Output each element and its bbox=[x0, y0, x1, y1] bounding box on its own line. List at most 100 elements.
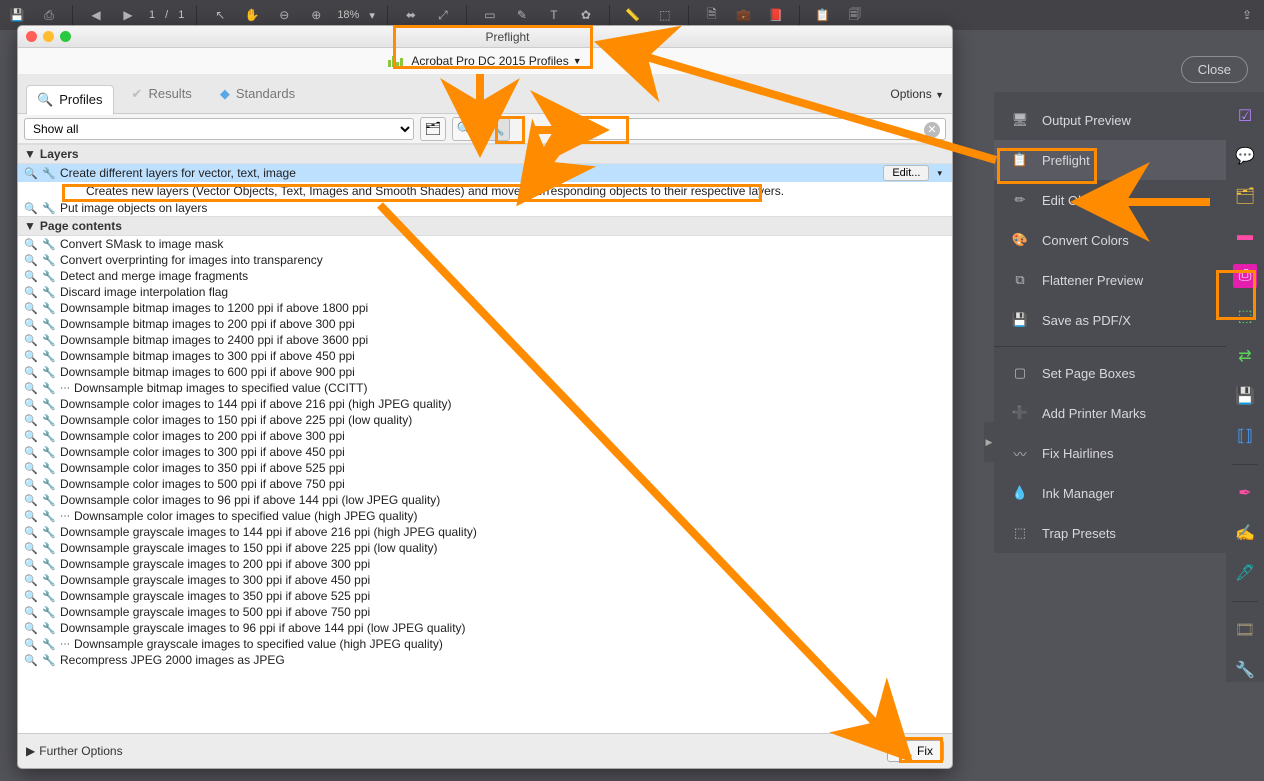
save-icon[interactable]: 💾 bbox=[6, 4, 28, 26]
hand-tool-icon[interactable]: ✋ bbox=[241, 4, 263, 26]
fixup-row[interactable]: 🔍🔧Downsample grayscale images to 96 ppi … bbox=[18, 620, 952, 636]
window-minimize-icon[interactable] bbox=[43, 31, 54, 42]
fixup-row[interactable]: 🔍🔧Put image objects on layers bbox=[18, 200, 952, 216]
fixup-row[interactable]: 🔍🔧Downsample color images to 96 ppi if a… bbox=[18, 492, 952, 508]
filter-fixups-button[interactable]: 🔧 bbox=[484, 117, 510, 141]
briefcase-icon[interactable]: 💼 bbox=[733, 4, 755, 26]
show-all-select[interactable]: Show all bbox=[24, 118, 414, 140]
edit-icon[interactable]: ▭ bbox=[479, 4, 501, 26]
tool-fix-hairlines[interactable]: 〰Fix Hairlines bbox=[994, 433, 1226, 473]
row-menu-icon[interactable]: ▾ bbox=[933, 168, 946, 179]
zoom-out-icon[interactable]: ⊖ bbox=[273, 4, 295, 26]
preflight-shortcut-icon[interactable]: 📋 bbox=[812, 4, 834, 26]
fixup-row[interactable]: 🔍🔧Downsample bitmap images to 2400 ppi i… bbox=[18, 332, 952, 348]
fixup-row[interactable]: 🔍🔧Downsample grayscale images to 500 ppi… bbox=[18, 604, 952, 620]
fixup-row[interactable]: 🔍🔧Downsample grayscale images to 150 ppi… bbox=[18, 540, 952, 556]
fixup-row[interactable]: 🔍🔧Downsample grayscale images to 350 ppi… bbox=[18, 588, 952, 604]
fixup-row[interactable]: 🔍🔧Detect and merge image fragments bbox=[18, 268, 952, 284]
fixup-row[interactable]: 🔍🔧⋯Downsample bitmap images to specified… bbox=[18, 380, 952, 396]
page-current[interactable]: 1 bbox=[149, 9, 155, 21]
fixup-row[interactable]: 🔍🔧Downsample grayscale images to 144 ppi… bbox=[18, 524, 952, 540]
fixup-row[interactable]: 🔍🔧Downsample bitmap images to 600 ppi if… bbox=[18, 364, 952, 380]
stamp-icon[interactable]: ✿ bbox=[575, 4, 597, 26]
tool-ink-manager[interactable]: 💧Ink Manager bbox=[994, 473, 1226, 513]
fixup-row[interactable]: 🔍🔧⋯Downsample color images to specified … bbox=[18, 508, 952, 524]
rail-comment-icon[interactable]: 💬 bbox=[1233, 144, 1257, 168]
rail-print-production-icon[interactable]: ⎙ bbox=[1233, 264, 1257, 288]
fixup-row[interactable]: 🔍🔧Downsample color images to 144 ppi if … bbox=[18, 396, 952, 412]
fixup-row[interactable]: 🔍🔧Downsample color images to 500 ppi if … bbox=[18, 476, 952, 492]
options-menu[interactable]: Options ▼ bbox=[890, 87, 944, 101]
share-icon[interactable]: ⇪ bbox=[1236, 4, 1258, 26]
expand-tab[interactable]: ▶ bbox=[984, 422, 994, 462]
tool-flattener-preview[interactable]: ⧉Flattener Preview bbox=[994, 260, 1226, 300]
search-input[interactable] bbox=[558, 118, 946, 140]
fixup-row[interactable]: 🔍🔧Create different layers for vector, te… bbox=[18, 164, 952, 182]
rail-send-sign-icon[interactable]: ✍ bbox=[1233, 521, 1257, 545]
tool-save-as-pdf-x[interactable]: 💾Save as PDF/X bbox=[994, 300, 1226, 340]
fixup-row[interactable]: 🔍🔧Downsample color images to 300 ppi if … bbox=[18, 444, 952, 460]
filter-category-button[interactable]: 🗂 bbox=[420, 117, 446, 141]
ruler-icon[interactable]: 📏 bbox=[622, 4, 644, 26]
group-page-contents[interactable]: ▼Page contents bbox=[18, 216, 952, 236]
prev-page-icon[interactable]: ◀ bbox=[85, 4, 107, 26]
pointer-tool-icon[interactable]: ↖ bbox=[209, 4, 231, 26]
fix-button[interactable]: 🔧 Fix bbox=[887, 740, 944, 762]
fixup-row[interactable]: 🔍🔧Downsample color images to 200 ppi if … bbox=[18, 428, 952, 444]
tool-add-printer-marks[interactable]: ➕Add Printer Marks bbox=[994, 393, 1226, 433]
zoom-dropdown-icon[interactable]: ▾ bbox=[369, 9, 375, 22]
fixup-row[interactable]: 🔍🔧Convert SMask to image mask bbox=[18, 236, 952, 252]
rail-organize-icon[interactable]: 🗂 bbox=[1233, 184, 1257, 208]
fixup-row[interactable]: 🔍🔧⋯Downsample grayscale images to specif… bbox=[18, 636, 952, 652]
search-field[interactable]: ✕ bbox=[558, 118, 946, 140]
fixups-list[interactable]: ▼Layers🔍🔧Create different layers for vec… bbox=[18, 144, 952, 733]
doc1-icon[interactable]: 🗎 bbox=[701, 4, 723, 26]
fixup-row[interactable]: 🔍🔧Downsample color images to 150 ppi if … bbox=[18, 412, 952, 428]
text-icon[interactable]: T bbox=[543, 4, 565, 26]
rail-sign-pen-icon[interactable]: ✒ bbox=[1233, 481, 1257, 505]
fixup-row[interactable]: 🔍🔧Downsample bitmap images to 300 ppi if… bbox=[18, 348, 952, 364]
fixup-row[interactable]: 🔍🔧Convert overprinting for images into t… bbox=[18, 252, 952, 268]
fixup-row[interactable]: 🔍🔧Downsample bitmap images to 200 ppi if… bbox=[18, 316, 952, 332]
profile-set-selector[interactable]: Acrobat Pro DC 2015 Profiles ▼ bbox=[388, 54, 581, 68]
rail-redact-icon[interactable]: ▬ bbox=[1233, 224, 1257, 248]
further-options[interactable]: ▶ Further Options 🔧 Fix bbox=[18, 733, 952, 768]
group-layers[interactable]: ▼Layers bbox=[18, 144, 952, 164]
tab-standards[interactable]: ◆ Standards bbox=[210, 80, 305, 108]
fixup-row[interactable]: 🔍🔧Downsample grayscale images to 200 ppi… bbox=[18, 556, 952, 572]
fixup-row[interactable]: 🔍🔧Downsample bitmap images to 1200 ppi i… bbox=[18, 300, 952, 316]
zoom-in-icon[interactable]: ⊕ bbox=[305, 4, 327, 26]
tab-results[interactable]: ✔ Results bbox=[122, 80, 202, 108]
window-zoom-icon[interactable] bbox=[60, 31, 71, 42]
rail-more-tools-icon[interactable]: 🔧 bbox=[1233, 658, 1257, 682]
tool-edit-object[interactable]: ✏Edit Object bbox=[994, 180, 1226, 220]
rail-film-icon[interactable]: 🎞 bbox=[1233, 618, 1257, 642]
rail-compare-icon[interactable]: ⇄ bbox=[1233, 344, 1257, 368]
tool-output-preview[interactable]: 🖥Output Preview bbox=[994, 100, 1226, 140]
zoom-value[interactable]: 18% bbox=[337, 9, 359, 21]
rail-save-icon[interactable]: 💾 bbox=[1233, 384, 1257, 408]
tool-convert-colors[interactable]: 🎨Convert Colors bbox=[994, 220, 1226, 260]
window-close-icon[interactable] bbox=[26, 31, 37, 42]
object-icon[interactable]: ⬚ bbox=[654, 4, 676, 26]
preflight-titlebar[interactable]: Preflight bbox=[18, 26, 952, 48]
red-doc-icon[interactable]: 📕 bbox=[765, 4, 787, 26]
fit-page-icon[interactable]: ⤢ bbox=[432, 4, 454, 26]
filter-checks-button[interactable]: 🔍 bbox=[452, 117, 478, 141]
fixup-row[interactable]: 🔍🔧Recompress JPEG 2000 images as JPEG bbox=[18, 652, 952, 668]
next-page-icon[interactable]: ▶ bbox=[117, 4, 139, 26]
tool-trap-presets[interactable]: ⬚Trap Presets bbox=[994, 513, 1226, 553]
pencil-icon[interactable]: ✎ bbox=[511, 4, 533, 26]
tab-profiles[interactable]: 🔍 Profiles bbox=[26, 85, 114, 115]
print-icon[interactable]: ⎙ bbox=[38, 4, 60, 26]
rail-measure-icon[interactable]: ⟦⟧ bbox=[1233, 424, 1257, 448]
rail-checkbox-icon[interactable]: ☑ bbox=[1233, 104, 1257, 128]
rail-action-icon[interactable]: ⬚ bbox=[1233, 304, 1257, 328]
rail-fountain-pen-icon[interactable]: 🖋 bbox=[1233, 561, 1257, 585]
fixup-row[interactable]: 🔍🔧Downsample grayscale images to 300 ppi… bbox=[18, 572, 952, 588]
fixup-row[interactable]: 🔍🔧Downsample color images to 350 ppi if … bbox=[18, 460, 952, 476]
doc3-icon[interactable]: 🗐 bbox=[844, 4, 866, 26]
fit-width-icon[interactable]: ⬌ bbox=[400, 4, 422, 26]
clear-search-icon[interactable]: ✕ bbox=[924, 122, 940, 138]
edit-button[interactable]: Edit... bbox=[883, 165, 929, 181]
